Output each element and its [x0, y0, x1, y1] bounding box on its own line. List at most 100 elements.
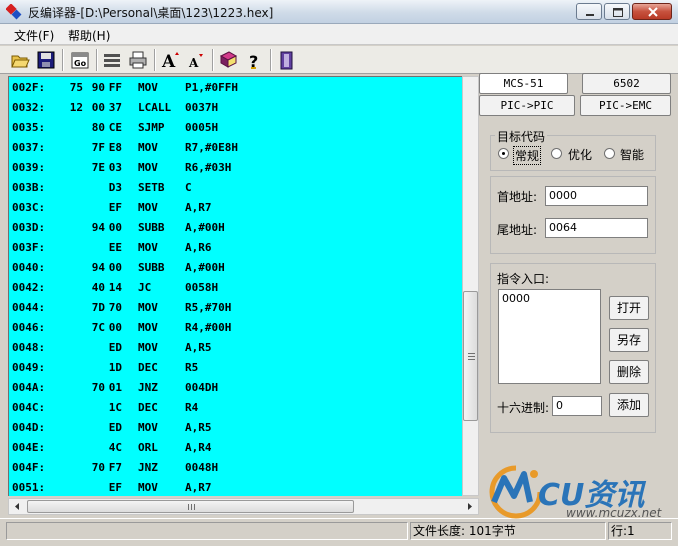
radio-optimize-label: 优化 [568, 148, 593, 162]
horizontal-scroll-thumb[interactable] [27, 500, 354, 513]
minimize-button[interactable] [576, 3, 602, 20]
entry-title: 指令入口: [497, 272, 550, 286]
vertical-scrollbar[interactable] [462, 76, 479, 496]
listing-row[interactable]: 0039: 7E 03 MOV R6,#03H [9, 157, 461, 177]
listing-row[interactable]: 003B: D3 SETB C [9, 177, 461, 197]
save-button[interactable] [34, 48, 58, 72]
delete-button[interactable]: 删除 [609, 360, 649, 384]
scroll-right-button[interactable] [462, 499, 478, 514]
listing-row[interactable]: 002F: 75 90 FF MOV P1,#0FFH [9, 77, 461, 97]
listing-row[interactable]: 0040: 94 00 SUBB A,#00H [9, 257, 461, 277]
open-entry-button[interactable]: 打开 [609, 296, 649, 320]
font-increase-button[interactable]: A [158, 48, 182, 72]
listing-addr: 004E: [12, 441, 46, 454]
listing-mnem: MOV [138, 421, 158, 434]
listing-mnem: SUBB [138, 261, 165, 274]
listing-mnem: MOV [138, 241, 158, 254]
help-button[interactable]: ? [242, 48, 266, 72]
end-address-input[interactable]: 0064 [545, 218, 648, 238]
listing-b3: 1D [108, 361, 122, 374]
listing-row[interactable]: 004A: 70 01 JNZ 004DH [9, 377, 461, 397]
grip-line [468, 356, 475, 357]
grip-line [468, 359, 475, 360]
radio-normal[interactable] [498, 148, 509, 159]
listing-row[interactable]: 004F: 70 F7 JNZ 0048H [9, 457, 461, 477]
listing-row[interactable]: 0048: ED MOV A,R5 [9, 337, 461, 357]
listing-mnem: MOV [138, 321, 158, 334]
hex-input[interactable]: 0 [552, 396, 602, 416]
listing-mnem: SETB [138, 181, 165, 194]
exit-icon [280, 51, 293, 70]
maximize-button[interactable] [604, 3, 630, 20]
horizontal-scrollbar[interactable] [8, 498, 479, 515]
listing-b2: 94 [91, 221, 105, 234]
listing-row[interactable]: 004E: 4C ORL A,R4 [9, 437, 461, 457]
listing-row[interactable]: 0044: 7D 70 MOV R5,#70H [9, 297, 461, 317]
listing-b3: 00 [108, 321, 122, 334]
listing-row[interactable]: 0051: EF MOV A,R7 [9, 477, 461, 496]
listing-row[interactable]: 003C: EF MOV A,R7 [9, 197, 461, 217]
print-button[interactable] [126, 48, 150, 72]
listing-mnem: DEC [138, 361, 158, 374]
listing-row[interactable]: 003D: 94 00 SUBB A,#00H [9, 217, 461, 237]
listing-addr: 0042: [12, 281, 46, 294]
tab-6502[interactable]: 6502 [582, 73, 671, 94]
vertical-scroll-thumb[interactable] [463, 291, 478, 421]
listing-mnem: MOV [138, 481, 158, 494]
listing-row[interactable]: 004D: ED MOV A,R5 [9, 417, 461, 437]
maximize-icon [613, 8, 623, 17]
menu-file[interactable]: 文件(F) [14, 27, 54, 44]
listing-addr: 004F: [12, 461, 46, 474]
radio-smart[interactable] [604, 148, 615, 159]
listing-ops: 0058H [185, 281, 219, 294]
mcu-logo-icon [489, 465, 543, 519]
listing-row[interactable]: 0037: 7F E8 MOV R7,#0E8H [9, 137, 461, 157]
listing-b3: 03 [108, 161, 122, 174]
scroll-left-button[interactable] [9, 499, 25, 514]
listing-row[interactable]: 003F: EE MOV A,R6 [9, 237, 461, 257]
listing-b2: 94 [91, 261, 105, 274]
go-button[interactable]: Go [68, 48, 92, 72]
font-decrease-button[interactable]: A [184, 48, 208, 72]
tab-pic-to-emc[interactable]: PIC->EMC [580, 95, 671, 116]
save-as-button[interactable]: 另存 [609, 328, 649, 352]
listing-ops: 0037H [185, 101, 219, 114]
radio-normal-label: 常规 [513, 146, 542, 165]
listing-addr: 003C: [12, 201, 46, 214]
listing-row[interactable]: 0032: 12 00 37 LCALL 0037H [9, 97, 461, 117]
listing-row[interactable]: 0035: 80 CE SJMP 0005H [9, 117, 461, 137]
target-code-title: 目标代码 [495, 128, 548, 145]
listing-ops: R6,#03H [185, 161, 232, 174]
listing-row[interactable]: 0042: 40 14 JC 0058H [9, 277, 461, 297]
listing-b3: ED [108, 421, 122, 434]
listing-mnem: SJMP [138, 121, 165, 134]
list-button[interactable] [100, 48, 124, 72]
book-icon [219, 51, 238, 68]
toolbar-separator [96, 49, 98, 71]
radio-optimize[interactable] [551, 148, 562, 159]
listing-row[interactable]: 004C: 1C DEC R4 [9, 397, 461, 417]
listing-row[interactable]: 0046: 7C 00 MOV R4,#00H [9, 317, 461, 337]
listing-mnem: ORL [138, 441, 158, 454]
listing-ops: A,R5 [185, 421, 212, 434]
exit-button[interactable] [274, 48, 298, 72]
listing-mnem: MOV [138, 81, 158, 94]
tab-pic-to-pic[interactable]: PIC->PIC [479, 95, 575, 116]
listing-b3: 4C [108, 441, 122, 454]
listing-b3: 00 [108, 261, 122, 274]
disassembly-listing[interactable]: 002F: 75 90 FF MOV P1,#0FFH 0032: 12 00 37 LCALL 00… [8, 76, 462, 496]
listing-row[interactable]: 0049: 1D DEC R5 [9, 357, 461, 377]
tab-mcs51[interactable]: MCS-51 [479, 73, 568, 94]
listing-b1: 75 [69, 81, 83, 94]
book-button[interactable] [216, 48, 240, 72]
open-button[interactable] [8, 48, 32, 72]
entry-list-item[interactable]: 0000 [502, 292, 597, 305]
go-icon-label: Go [74, 59, 87, 68]
start-address-input[interactable]: 0000 [545, 186, 648, 206]
add-button[interactable]: 添加 [609, 393, 649, 417]
menu-help[interactable]: 帮助(H) [68, 27, 110, 44]
listing-b3: ED [108, 341, 122, 354]
font-decrease-icon: A [188, 54, 203, 70]
close-button[interactable] [632, 3, 672, 20]
entry-list[interactable]: 0000 [498, 289, 601, 384]
